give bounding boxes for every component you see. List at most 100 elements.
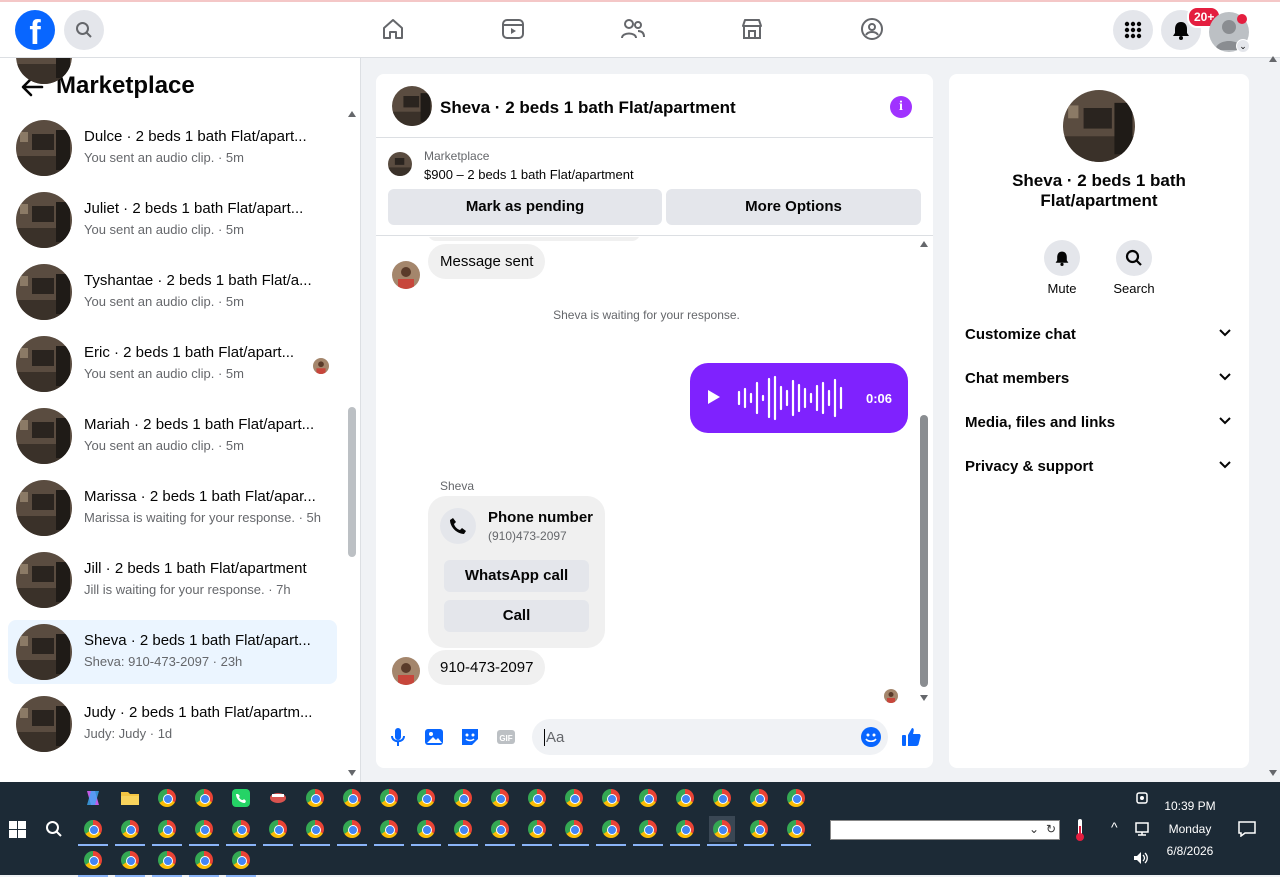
details-listing-thumbnail[interactable] (1063, 90, 1135, 162)
notification-center-icon[interactable] (1238, 821, 1256, 837)
conversation-row[interactable]: Mariah · 2 beds 1 bath Flat/apart... You … (8, 404, 337, 468)
thread-scroll-up-icon[interactable] (920, 241, 928, 247)
chrome-taskbar-icon[interactable] (80, 816, 106, 842)
chrome-taskbar-icon[interactable] (524, 816, 550, 842)
chrome-taskbar-icon[interactable] (339, 785, 365, 811)
conversation-row[interactable]: Dulce · 2 beds 1 bath Flat/apart... You s… (8, 116, 337, 180)
video-nav-button[interactable] (500, 16, 526, 42)
conversation-row[interactable]: Jill · 2 beds 1 bath Flat/apartment Jill … (8, 548, 337, 612)
page-scroll-up-icon[interactable] (1269, 56, 1277, 62)
chrome-taskbar-icon[interactable] (376, 816, 402, 842)
conversation-title[interactable]: Sheva · 2 beds 1 bath Flat/apartment (440, 98, 736, 118)
sender-avatar[interactable] (392, 261, 420, 289)
info-icon[interactable]: i (890, 96, 912, 118)
chrome-taskbar-icon[interactable] (302, 785, 328, 811)
search-button[interactable] (64, 10, 104, 50)
chrome-taskbar-icon[interactable] (783, 816, 809, 842)
thumbs-up-icon[interactable] (900, 726, 922, 748)
chrome-taskbar-icon[interactable] (709, 816, 735, 842)
gif-icon[interactable]: GIF (495, 726, 517, 748)
mute-action[interactable]: Mute (1032, 240, 1092, 296)
app-taskbar-icon[interactable] (265, 785, 291, 811)
dropdown-chevron-icon[interactable]: ⌄ (1029, 822, 1039, 836)
taskbar-address-box[interactable]: ⌄ ↻ (830, 820, 1060, 840)
page-scroll-down-icon[interactable] (1269, 770, 1277, 776)
conversation-row[interactable]: Sheva · 2 beds 1 bath Flat/apart... Sheva… (8, 620, 337, 684)
menu-button[interactable] (1113, 10, 1153, 50)
chrome-taskbar-icon[interactable] (487, 816, 513, 842)
details-section-row[interactable]: Privacy & support (965, 446, 1235, 490)
details-section-row[interactable]: Chat members (965, 358, 1235, 402)
call-button[interactable]: Call (444, 600, 589, 632)
network-icon[interactable] (1134, 821, 1150, 837)
listing-thumbnail[interactable] (388, 152, 412, 176)
chrome-taskbar-icon[interactable] (80, 847, 106, 873)
sticker-icon[interactable] (459, 726, 481, 748)
chrome-taskbar-icon[interactable] (191, 816, 217, 842)
message-input[interactable]: Aa (532, 719, 888, 755)
chrome-taskbar-icon[interactable] (154, 785, 180, 811)
sidebar-scrollbar-thumb[interactable] (348, 407, 356, 557)
conversation-row[interactable]: Judy · 2 beds 1 bath Flat/apartm... Judy:… (8, 692, 337, 756)
chrome-taskbar-icon[interactable] (561, 785, 587, 811)
chrome-taskbar-icon[interactable] (450, 785, 476, 811)
file-explorer-icon[interactable] (117, 785, 143, 811)
thermometer-icon[interactable] (1074, 818, 1086, 842)
message-bubble-message-sent[interactable]: Message sent (428, 244, 546, 279)
chrome-taskbar-icon[interactable] (524, 785, 550, 811)
emoji-icon[interactable] (861, 727, 881, 747)
marketplace-nav-button[interactable] (739, 16, 765, 42)
chrome-taskbar-icon[interactable] (413, 785, 439, 811)
account-caret-icon[interactable]: ⌄ (1236, 39, 1250, 53)
page-scrollbar[interactable] (1266, 56, 1280, 782)
thread-scrollbar-thumb[interactable] (920, 415, 928, 687)
chrome-taskbar-icon[interactable] (154, 847, 180, 873)
chrome-taskbar-icon[interactable] (117, 847, 143, 873)
search-in-chat-action[interactable]: Search (1104, 240, 1164, 296)
meet-now-icon[interactable] (1134, 790, 1150, 806)
clock-time[interactable]: 10:39 PM (1160, 799, 1220, 813)
tray-chevron-up-icon[interactable]: ^ (1111, 819, 1118, 835)
facebook-logo[interactable]: f (15, 10, 55, 50)
chrome-taskbar-icon[interactable] (598, 785, 624, 811)
microphone-icon[interactable] (387, 726, 409, 748)
conversation-row[interactable]: Tyshantae · 2 beds 1 bath Flat/a... You s… (8, 260, 337, 324)
chrome-taskbar-icon[interactable] (561, 816, 587, 842)
audio-message-bubble[interactable]: 0:06 (690, 363, 908, 433)
chrome-taskbar-icon[interactable] (746, 785, 772, 811)
chrome-taskbar-icon[interactable] (413, 816, 439, 842)
chrome-taskbar-icon[interactable] (450, 816, 476, 842)
chrome-taskbar-icon[interactable] (302, 816, 328, 842)
chrome-taskbar-icon[interactable] (376, 785, 402, 811)
sender-avatar[interactable] (392, 657, 420, 685)
groups-nav-button[interactable] (859, 16, 885, 42)
details-section-row[interactable]: Media, files and links (965, 402, 1235, 446)
listing-price-title[interactable]: $900 – 2 beds 1 bath Flat/apartment (424, 167, 634, 182)
friends-nav-button[interactable] (620, 16, 646, 42)
photo-icon[interactable] (423, 726, 445, 748)
conversation-row[interactable]: Juliet · 2 beds 1 bath Flat/apart... You … (8, 188, 337, 252)
whatsapp-taskbar-icon[interactable] (228, 785, 254, 811)
refresh-icon[interactable]: ↻ (1046, 822, 1056, 836)
chrome-taskbar-icon[interactable] (783, 785, 809, 811)
chrome-taskbar-icon[interactable] (228, 847, 254, 873)
chrome-taskbar-icon[interactable] (339, 816, 365, 842)
chrome-taskbar-icon[interactable] (598, 816, 624, 842)
chrome-taskbar-icon[interactable] (265, 816, 291, 842)
chrome-taskbar-icon[interactable] (746, 816, 772, 842)
chrome-taskbar-icon[interactable] (635, 785, 661, 811)
chrome-taskbar-icon[interactable] (228, 816, 254, 842)
scroll-down-arrow-icon[interactable] (348, 770, 356, 776)
chrome-taskbar-icon[interactable] (117, 816, 143, 842)
scroll-up-arrow-icon[interactable] (348, 111, 356, 117)
whatsapp-call-button[interactable]: WhatsApp call (444, 560, 589, 592)
conversation-row[interactable]: Marissa · 2 beds 1 bath Flat/apar... Mari… (8, 476, 337, 540)
chrome-taskbar-icon[interactable] (154, 816, 180, 842)
volume-icon[interactable] (1132, 850, 1150, 866)
conversation-avatar[interactable] (392, 86, 432, 126)
mark-as-pending-button[interactable]: Mark as pending (388, 189, 662, 225)
taskbar-search-icon[interactable] (45, 820, 63, 838)
chrome-taskbar-icon[interactable] (487, 785, 513, 811)
home-nav-button[interactable] (380, 16, 406, 42)
message-bubble-phone[interactable]: 910-473-2097 (428, 650, 546, 685)
